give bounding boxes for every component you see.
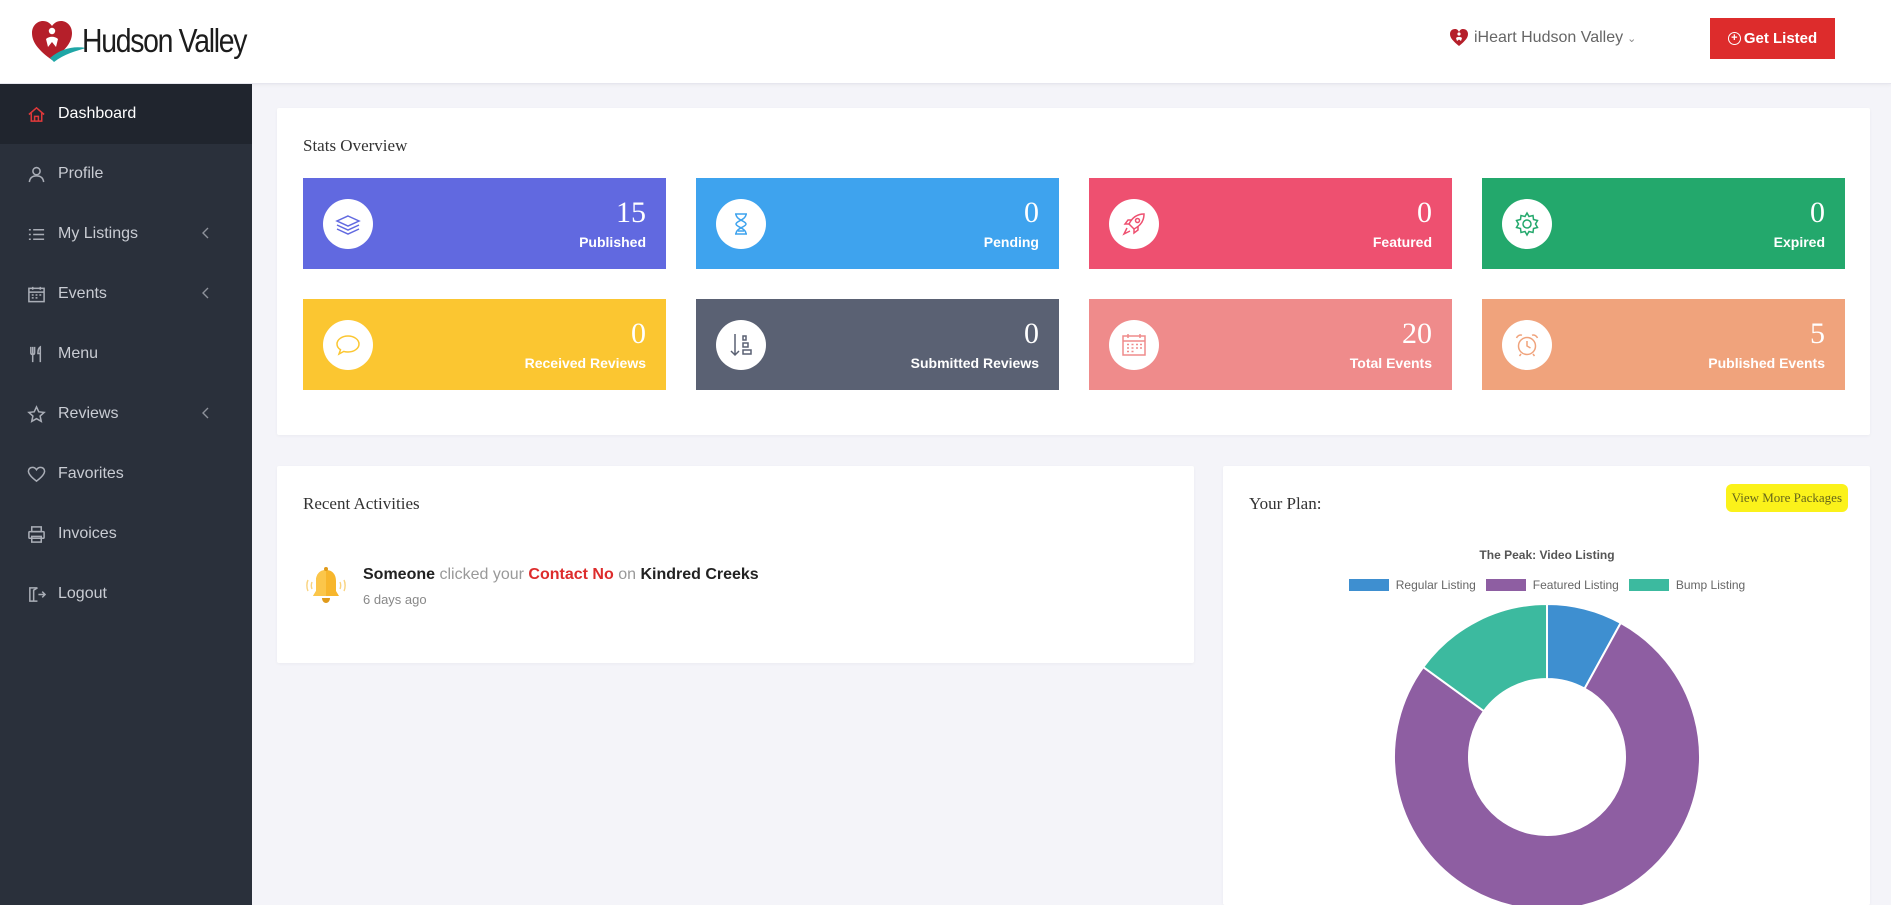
sidebar-item-my-listings[interactable]: My Listings [0, 204, 252, 264]
rocket-icon [1109, 199, 1159, 249]
top-header: Hudson Valley iHeart Hudson Valley ⌄ + G… [0, 0, 1891, 84]
stat-label: Featured [1372, 234, 1432, 250]
sidebar-item-label: Events [58, 285, 107, 302]
stat-label: Expired [1773, 234, 1825, 250]
printer-icon [26, 524, 46, 544]
sidebar-item-logout[interactable]: Logout [0, 564, 252, 624]
get-listed-label: Get Listed [1743, 30, 1818, 47]
stat-label: Total Events [1349, 355, 1432, 371]
site-logo[interactable]: Hudson Valley [30, 18, 273, 64]
sidebar: Dashboard Profile My Listings Events Men… [0, 84, 252, 905]
stat-label: Pending [983, 234, 1039, 250]
your-plan-card: Your Plan: View More Packages The Peak: … [1223, 466, 1870, 905]
logout-icon [26, 584, 46, 604]
stat-label: Received Reviews [524, 355, 646, 371]
account-heart-icon [1450, 29, 1468, 46]
calendar-icon [1109, 320, 1159, 370]
stat-card-expired[interactable]: 0 Expired [1482, 178, 1845, 269]
stat-label: Published Events [1708, 355, 1825, 371]
account-dropdown[interactable]: iHeart Hudson Valley ⌄ [1449, 28, 1636, 48]
stat-value: 0 [1024, 196, 1039, 229]
stat-value: 0 [1024, 317, 1039, 350]
activity-target-link[interactable]: Contact No [528, 566, 613, 583]
heart-logo-icon [32, 21, 86, 62]
stat-value: 15 [616, 196, 646, 229]
user-icon [26, 164, 46, 184]
sidebar-item-label: Logout [58, 585, 107, 602]
chevron-down-icon: ⌄ [1627, 32, 1637, 45]
sidebar-item-label: Reviews [58, 405, 119, 422]
sidebar-item-invoices[interactable]: Invoices [0, 504, 252, 564]
utensils-icon [26, 344, 46, 364]
activity-verb: clicked your [439, 566, 524, 583]
activity-listing[interactable]: Kindred Creeks [640, 566, 758, 583]
sidebar-item-dashboard[interactable]: Dashboard [0, 84, 252, 144]
speech-bubble-icon [323, 320, 373, 370]
alarm-clock-icon [1502, 320, 1552, 370]
sort-descending-icon [716, 320, 766, 370]
plus-circle-icon: + [1727, 32, 1741, 45]
star-icon [26, 404, 46, 424]
home-icon [26, 104, 46, 124]
stat-card-featured[interactable]: 0 Featured [1089, 178, 1452, 269]
stats-overview-title: Stats Overview [303, 136, 408, 155]
sidebar-item-label: Menu [58, 345, 99, 362]
heart-icon [26, 464, 46, 484]
logo-text: Hudson Valley [82, 22, 247, 59]
sidebar-item-label: Favorites [58, 465, 124, 482]
layers-icon [323, 199, 373, 249]
stat-card-received-reviews[interactable]: 0 Received Reviews [303, 299, 666, 390]
stat-label: Submitted Reviews [910, 355, 1039, 371]
get-listed-button[interactable]: + Get Listed [1710, 18, 1835, 59]
sidebar-item-events[interactable]: Events [0, 264, 252, 324]
plan-donut-chart [1393, 602, 1701, 905]
activity-text: Someone clicked your Contact No on Kindr… [363, 566, 759, 584]
stat-card-published[interactable]: 15 Published [303, 178, 666, 269]
stat-value: 5 [1810, 317, 1825, 350]
gear-icon [1502, 199, 1552, 249]
sidebar-item-menu[interactable]: Menu [0, 324, 252, 384]
chevron-left-icon [198, 225, 214, 241]
stat-label: Published [579, 234, 646, 250]
stat-value: 0 [1417, 196, 1432, 229]
stat-value: 0 [631, 317, 646, 350]
sidebar-item-label: Profile [58, 165, 104, 182]
sidebar-item-reviews[interactable]: Reviews [0, 384, 252, 444]
activity-actor: Someone [363, 566, 436, 583]
recent-activities-card: Recent Activities Someone clicked your C… [277, 466, 1194, 663]
chevron-left-icon [198, 285, 214, 301]
sidebar-item-label: My Listings [58, 225, 139, 242]
stat-value: 20 [1402, 317, 1432, 350]
hourglass-icon [716, 199, 766, 249]
account-name: iHeart Hudson Valley [1474, 29, 1624, 46]
activity-item: Someone clicked your Contact No on Kindr… [303, 564, 759, 610]
list-icon [26, 224, 46, 244]
activity-prep: on [618, 566, 636, 583]
bell-icon [306, 567, 346, 603]
stat-card-total-events[interactable]: 20 Total Events [1089, 299, 1452, 390]
sidebar-item-profile[interactable]: Profile [0, 144, 252, 204]
stat-card-published-events[interactable]: 5 Published Events [1482, 299, 1845, 390]
stat-card-pending[interactable]: 0 Pending [696, 178, 1059, 269]
recent-activities-title: Recent Activities [303, 494, 420, 513]
stat-value: 0 [1810, 196, 1825, 229]
chevron-left-icon [198, 405, 214, 421]
sidebar-item-label: Invoices [58, 525, 117, 542]
sidebar-item-favorites[interactable]: Favorites [0, 444, 252, 504]
activity-time: 6 days ago [363, 592, 427, 607]
stats-overview-card: Stats Overview 15 Published 0 Pending 0 … [277, 108, 1870, 435]
stat-card-submitted-reviews[interactable]: 0 Submitted Reviews [696, 299, 1059, 390]
calendar-icon [26, 284, 46, 304]
sidebar-item-label: Dashboard [58, 105, 137, 122]
